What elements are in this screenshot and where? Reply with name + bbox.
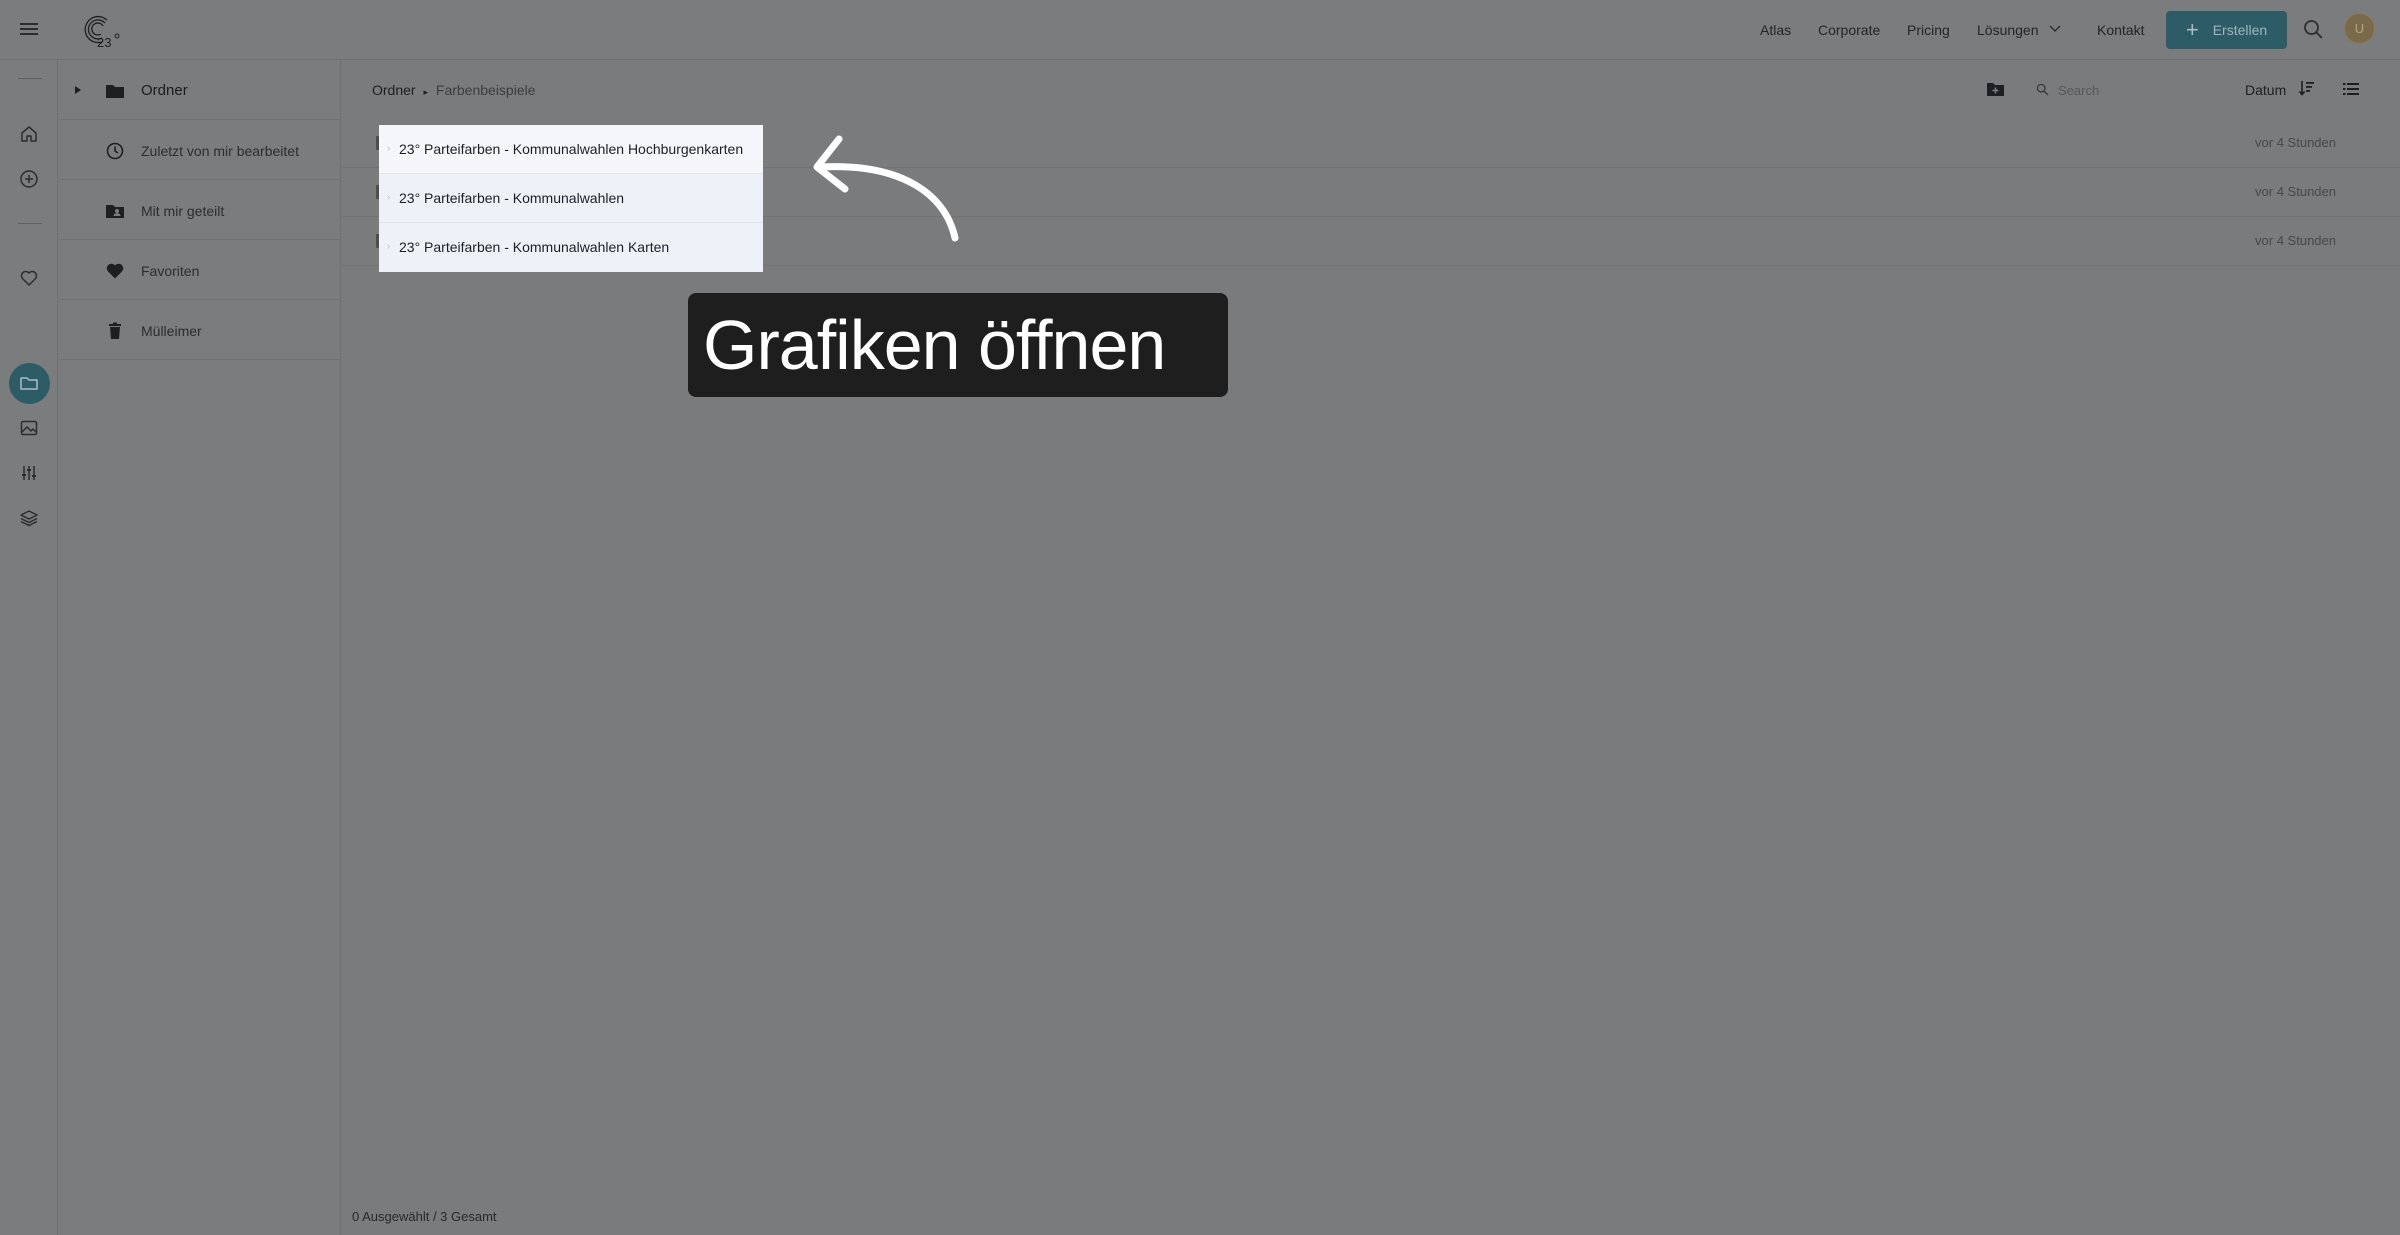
selection-status: 0 Ausgewählt / 3 Gesamt [352,1209,497,1224]
sidebar-item-favorites[interactable]: Favoriten [59,240,341,300]
row-modified-time: vor 4 Stunden [2255,184,2336,199]
shared-folder-icon [106,205,124,218]
sidebar-item-label: Favoriten [141,263,200,279]
file-name-item[interactable]: › 23° Parteifarben - Kommunalwahlen Hoch… [379,125,763,174]
clock-icon [106,142,124,160]
breadcrumb-root[interactable]: Ordner [372,82,416,98]
file-name-item[interactable]: › 23° Parteifarben - Kommunalwahlen Kart… [379,223,763,272]
file-name: 23° Parteifarben - Kommunalwahlen Karten [399,239,670,255]
file-name: 23° Parteifarben - Kommunalwahlen Hochbu… [399,141,744,157]
add-circle-icon[interactable] [19,169,39,189]
home-icon[interactable] [19,124,39,144]
sidebar-item-recent[interactable]: Zuletzt von mir bearbeitet [59,120,341,180]
icon-rail [0,60,58,1235]
expand-caret-icon[interactable] [75,86,81,94]
breadcrumb: Ordner ▸ Farbenbeispiele [372,82,536,98]
rail-divider [18,78,42,79]
sidebar-item-shared[interactable]: Mit mir geteilt [59,180,341,240]
sidebar-item-trash[interactable]: Mülleimer [59,300,341,360]
nav-link-atlas[interactable]: Atlas [1760,22,1791,38]
search-icon[interactable] [2303,19,2324,40]
search-input[interactable] [2058,80,2188,100]
layers-icon[interactable] [19,508,39,528]
sort-descending-icon[interactable] [2299,79,2315,97]
folder-sidebar: Ordner Zuletzt von mir bearbeitet Mit mi… [59,60,341,1235]
logo-23-degrees[interactable]: 23 [80,12,122,50]
folder-icon[interactable] [19,373,39,393]
trash-icon [109,322,121,339]
nav-link-corporate[interactable]: Corporate [1818,22,1880,38]
top-bar: 23 Atlas Corporate Pricing Lösungen Kont… [0,0,2400,60]
heart-icon[interactable] [19,268,39,288]
sidebar-item-label: Mülleimer [141,323,202,339]
highlighted-file-list: › 23° Parteifarben - Kommunalwahlen Hoch… [379,125,763,272]
nav-link-loesungen[interactable]: Lösungen [1977,22,2039,38]
hamburger-menu-icon[interactable] [19,19,39,39]
list-view-icon[interactable] [2343,82,2359,96]
breadcrumb-separator: ▸ [423,87,428,97]
sidebar-item-ordner[interactable]: Ordner [59,60,341,120]
heart-icon [106,263,124,279]
svg-text:23: 23 [97,35,111,50]
create-button-label: Erstellen [2212,22,2268,38]
sort-label[interactable]: Datum [2245,82,2286,98]
search-field[interactable] [2036,80,2196,100]
sliders-icon[interactable] [19,463,39,483]
annotation-arrow-icon [813,135,959,242]
sidebar-item-label: Zuletzt von mir bearbeitet [141,143,299,159]
image-icon[interactable] [19,418,39,438]
tutorial-callout: Grafiken öffnen [688,293,1228,397]
sidebar-item-label: Ordner [141,82,188,99]
row-marker-icon: › [387,192,391,203]
breadcrumb-current: Farbenbeispiele [435,82,536,98]
new-folder-icon[interactable] [1986,81,2005,98]
file-name-item[interactable]: › 23° Parteifarben - Kommunalwahlen [379,174,763,223]
file-name: 23° Parteifarben - Kommunalwahlen [399,190,625,206]
search-icon [2036,83,2049,96]
user-avatar[interactable]: U [2344,13,2375,44]
chevron-down-icon[interactable] [2048,24,2062,34]
row-modified-time: vor 4 Stunden [2255,135,2336,150]
folder-icon [106,85,124,98]
nav-link-kontakt[interactable]: Kontakt [2097,22,2144,38]
row-marker-icon: › [387,241,391,252]
create-button[interactable]: + Erstellen [2166,11,2287,49]
plus-icon: + [2185,17,2199,42]
sidebar-item-label: Mit mir geteilt [141,203,225,219]
row-marker-icon: › [387,143,391,154]
nav-link-pricing[interactable]: Pricing [1907,22,1950,38]
rail-divider [18,223,42,224]
row-modified-time: vor 4 Stunden [2255,233,2336,248]
